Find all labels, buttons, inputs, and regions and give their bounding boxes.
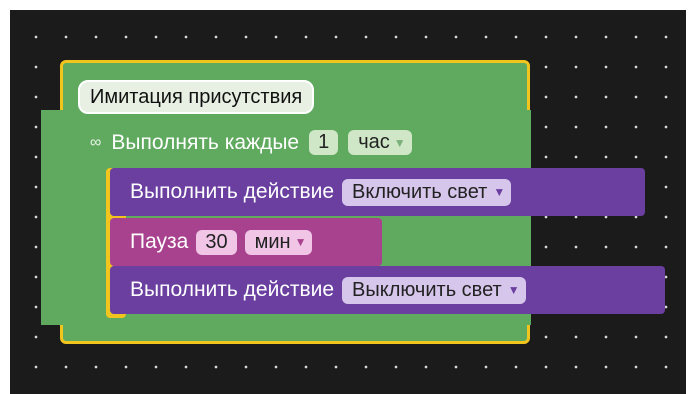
chevron-down-icon: ▼ [393,135,406,150]
repeat-row: ∞ Выполнять каждые 1 час ▼ [90,130,412,155]
repeat-icon: ∞ [90,133,102,151]
pause-unit-value: мин [254,230,291,253]
scenario-title-field[interactable]: Имитация присутствия [78,80,315,114]
repeat-interval-input[interactable]: 1 [309,130,339,155]
repeat-unit-dropdown[interactable]: час ▼ [348,130,412,155]
pause-value-input[interactable]: 30 [196,229,237,255]
repeat-label: Выполнять каждые [111,130,300,154]
action-label: Выполнить действие [130,180,335,203]
action-block-2[interactable]: Выполнить действие Выключить свет ▼ [110,266,665,314]
action-option-dropdown[interactable]: Выключить свет ▼ [342,276,526,304]
chevron-down-icon: ▼ [294,235,307,249]
action-label: Выполнить действие [130,278,335,301]
chevron-down-icon: ▼ [493,185,506,199]
scenario-title: Имитация присутствия [90,85,303,108]
pause-label: Пауза [130,230,189,253]
action-option: Включить свет [352,180,488,203]
action-option-dropdown[interactable]: Включить свет ▼ [342,178,512,206]
pause-block[interactable]: Пауза 30 мин ▼ [110,218,382,266]
chevron-down-icon: ▼ [507,283,520,297]
repeat-unit-value: час [358,131,390,153]
action-option: Выключить свет [352,278,502,301]
action-block-1[interactable]: Выполнить действие Включить свет ▼ [110,168,645,216]
pause-unit-dropdown[interactable]: мин ▼ [244,229,313,255]
